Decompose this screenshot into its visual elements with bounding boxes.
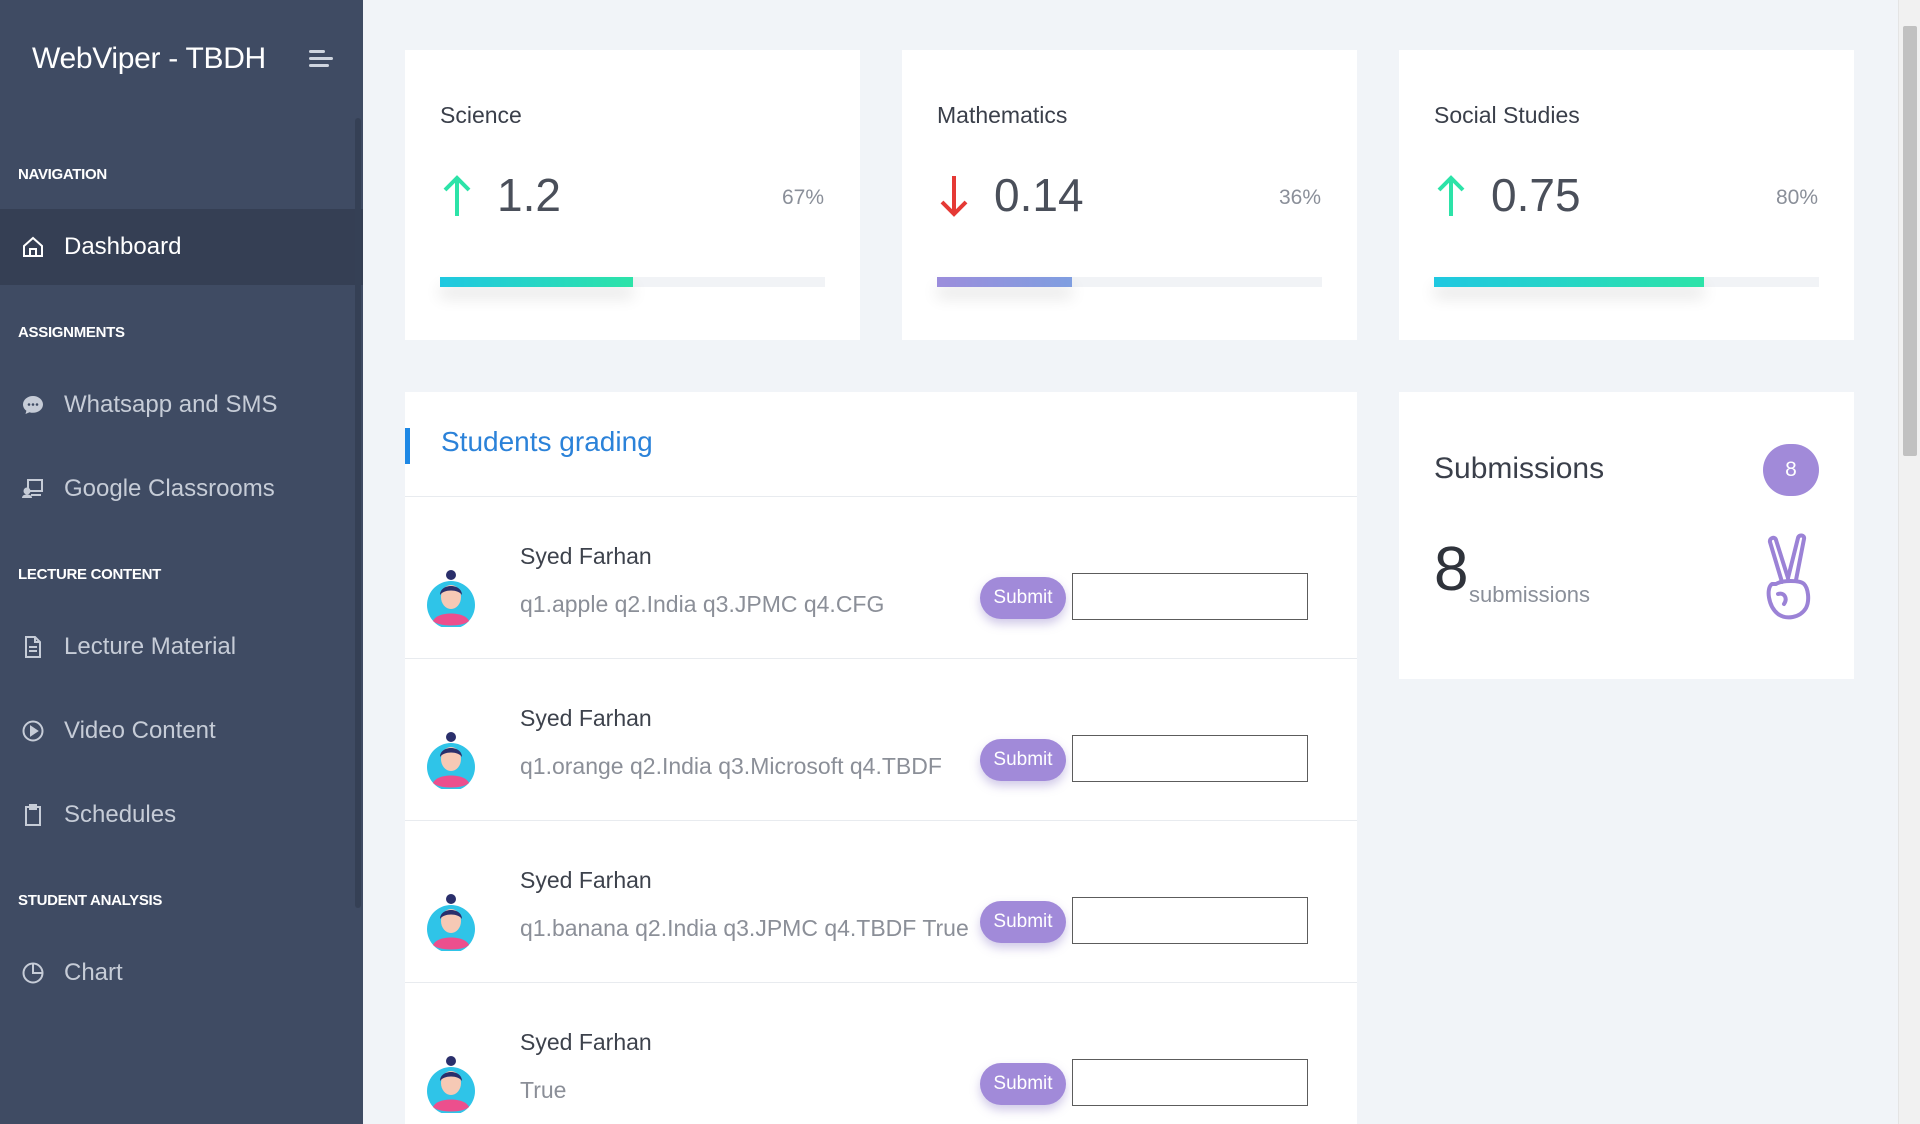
submissions-count: 8 bbox=[1434, 535, 1469, 604]
progress-fill bbox=[937, 277, 1072, 287]
stat-card-science: Science 1.2 67% bbox=[405, 50, 860, 340]
stat-card-mathematics: Mathematics 0.14 36% bbox=[902, 50, 1357, 340]
submissions-title: Submissions bbox=[1434, 452, 1605, 485]
stat-percent: 80% bbox=[1775, 186, 1818, 209]
stat-title: Science bbox=[440, 102, 522, 128]
home-icon bbox=[20, 234, 46, 260]
arrow-up-icon bbox=[443, 175, 471, 216]
stat-value: 1.2 bbox=[497, 169, 561, 221]
student-avatar-icon bbox=[427, 732, 475, 789]
grade-input[interactable] bbox=[1072, 735, 1308, 782]
sidebar-item-label: Lecture Material bbox=[64, 633, 237, 660]
student-answers: q1.apple q2.India q3.JPMC q4.CFG bbox=[520, 591, 885, 617]
grade-input[interactable] bbox=[1072, 1059, 1308, 1106]
classroom-icon bbox=[20, 476, 46, 502]
student-name: Syed Farhan bbox=[520, 1029, 652, 1055]
hamburger-menu-icon[interactable] bbox=[307, 47, 335, 71]
student-avatar-icon bbox=[427, 894, 475, 951]
sidebar-scrollbar[interactable] bbox=[355, 118, 361, 908]
submit-button[interactable]: Submit bbox=[980, 577, 1066, 619]
student-answers: q1.banana q2.India q3.JPMC q4.TBDF True bbox=[520, 915, 969, 941]
student-name: Syed Farhan bbox=[520, 705, 652, 731]
student-answers: q1.orange q2.India q3.Microsoft q4.TBDF bbox=[520, 753, 942, 779]
submissions-card: Submissions 8 8 submissions bbox=[1399, 392, 1854, 679]
header-accent-bar bbox=[405, 428, 410, 464]
clipboard-icon bbox=[20, 802, 46, 828]
app-title: WebViper - TBDH bbox=[32, 42, 266, 75]
grading-title: Students grading bbox=[441, 426, 653, 457]
stat-percent: 67% bbox=[781, 186, 824, 209]
sidebar-item-chart[interactable]: Chart bbox=[0, 935, 363, 1011]
sidebar-item-label: Google Classrooms bbox=[64, 475, 275, 502]
sidebar-header: WebViper - TBDH bbox=[0, 0, 363, 118]
sidebar-item-google-classrooms[interactable]: Google Classrooms bbox=[0, 451, 363, 527]
sidebar-item-schedules[interactable]: Schedules bbox=[0, 777, 363, 853]
section-student-analysis: STUDENT ANALYSIS bbox=[18, 891, 163, 909]
sidebar-item-label: Chart bbox=[64, 959, 123, 986]
grading-row: Syed Farhan q1.banana q2.India q3.JPMC q… bbox=[405, 821, 1357, 983]
student-avatar-icon bbox=[427, 1056, 475, 1113]
sidebar-item-label: Dashboard bbox=[64, 233, 182, 260]
sidebar-item-label: Whatsapp and SMS bbox=[64, 391, 278, 418]
pie-chart-icon bbox=[20, 960, 46, 986]
sidebar-item-lecture-material[interactable]: Lecture Material bbox=[0, 609, 363, 685]
section-navigation: NAVIGATION bbox=[18, 165, 107, 183]
students-grading-panel: Students grading Syed Farhan q1.apple q2… bbox=[405, 392, 1357, 1124]
stat-value: 0.14 bbox=[994, 169, 1084, 221]
sidebar-item-whatsapp[interactable]: Whatsapp and SMS bbox=[0, 367, 363, 443]
sidebar-item-dashboard[interactable]: Dashboard bbox=[0, 209, 363, 285]
student-avatar-icon bbox=[427, 570, 475, 627]
section-lecture-content: LECTURE CONTENT bbox=[18, 565, 161, 583]
stat-card-social-studies: Social Studies 0.75 80% bbox=[1399, 50, 1854, 340]
stat-value: 0.75 bbox=[1491, 169, 1581, 221]
peace-hand-icon bbox=[1766, 533, 1811, 620]
sidebar-item-label: Schedules bbox=[64, 801, 177, 828]
grading-row: Syed Farhan q1.apple q2.India q3.JPMC q4… bbox=[405, 497, 1357, 659]
submissions-unit: submissions bbox=[1469, 582, 1591, 607]
submissions-badge: 8 bbox=[1763, 444, 1819, 496]
grade-input[interactable] bbox=[1072, 573, 1308, 620]
submit-button[interactable]: Submit bbox=[980, 1063, 1066, 1105]
student-answers: True bbox=[520, 1077, 567, 1103]
chat-icon bbox=[20, 392, 46, 418]
sidebar-item-label: Video Content bbox=[64, 717, 216, 744]
progress-track bbox=[440, 277, 825, 287]
stat-title: Mathematics bbox=[937, 102, 1068, 128]
progress-fill bbox=[1434, 277, 1704, 287]
submit-button[interactable]: Submit bbox=[980, 739, 1066, 781]
grade-input[interactable] bbox=[1072, 897, 1308, 944]
progress-track bbox=[1434, 277, 1819, 287]
section-assignments: ASSIGNMENTS bbox=[18, 323, 125, 341]
play-circle-icon bbox=[20, 718, 46, 744]
scrollbar-thumb[interactable] bbox=[1903, 26, 1917, 456]
student-name: Syed Farhan bbox=[520, 867, 652, 893]
submit-button[interactable]: Submit bbox=[980, 901, 1066, 943]
progress-track bbox=[937, 277, 1322, 287]
arrow-up-icon bbox=[1437, 175, 1465, 216]
stat-percent: 36% bbox=[1278, 186, 1321, 209]
grading-row: Syed Farhan q1.orange q2.India q3.Micros… bbox=[405, 659, 1357, 821]
grading-row: Syed Farhan True Submit bbox=[405, 983, 1357, 1124]
grading-header: Students grading bbox=[405, 392, 1357, 497]
sidebar: WebViper - TBDH NAVIGATION Dashboard ASS… bbox=[0, 0, 363, 1124]
arrow-down-icon bbox=[940, 176, 968, 217]
stat-title: Social Studies bbox=[1434, 102, 1580, 128]
document-icon bbox=[20, 634, 46, 660]
page-scrollbar[interactable] bbox=[1898, 0, 1920, 1124]
student-name: Syed Farhan bbox=[520, 543, 652, 569]
progress-fill bbox=[440, 277, 633, 287]
sidebar-item-video-content[interactable]: Video Content bbox=[0, 693, 363, 769]
